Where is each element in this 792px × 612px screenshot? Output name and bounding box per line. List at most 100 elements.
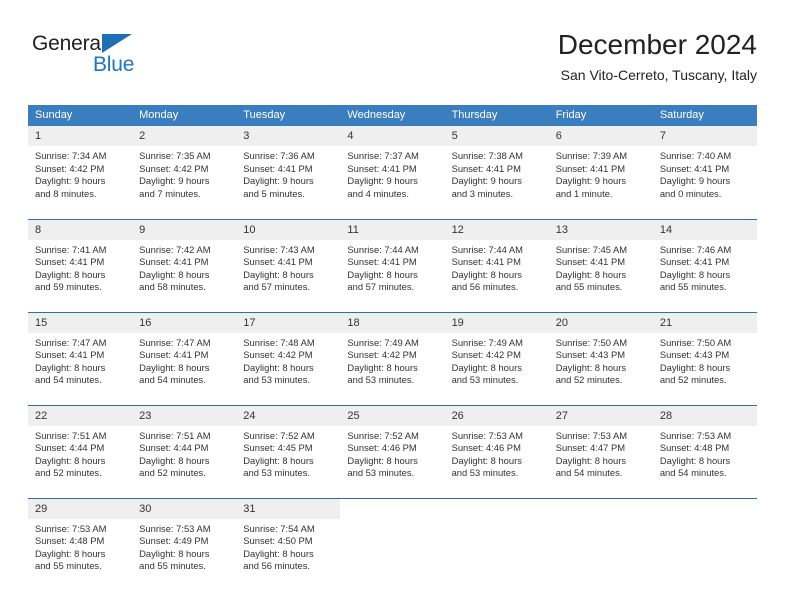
calendar-day-cell[interactable]: 9 Sunrise: 7:42 AM Sunset: 4:41 PM Daylight… [132,218,237,312]
sunrise-text: Sunrise: 7:49 AM [347,336,419,348]
daylight-text-line1: Daylight: 8 hours [35,547,106,559]
sunset-text: Sunset: 4:41 PM [35,256,105,268]
daylight-text-line1: Daylight: 8 hours [35,454,106,466]
calendar-day-cell[interactable]: 30 Sunrise: 7:53 AM Sunset: 4:49 PM Dayligh… [132,497,237,591]
sunset-text: Sunset: 4:41 PM [555,162,626,174]
calendar-day-cell[interactable]: 12 Sunrise: 7:44 AM Sunset: 4:41 PM Dayligh… [444,218,549,312]
daylight-text-line2: and 57 minutes. [243,281,310,293]
calendar-day-cell[interactable]: 6 Sunrise: 7:39 AM Sunset: 4:41 PM Daylight… [548,126,653,219]
daylight-text-line1: Daylight: 8 hours [139,268,210,280]
day-details: Sunrise: 7:44 AM Sunset: 4:41 PM Daylight:… [340,240,444,294]
calendar-day-cell[interactable]: 17 Sunrise: 7:48 AM Sunset: 4:42 PM Dayligh… [236,311,341,405]
logo-triangle-icon [102,34,132,53]
day-number: 1 [28,126,133,146]
sunset-text: Sunset: 4:47 PM [555,442,626,454]
daylight-text-line1: Daylight: 8 hours [451,454,522,466]
daylight-text-line1: Daylight: 8 hours [659,361,731,373]
day-details: Sunrise: 7:52 AM Sunset: 4:46 PM Daylight:… [340,426,444,480]
daylight-text-line2: and 54 minutes. [659,467,727,479]
daylight-text-line1: Daylight: 8 hours [347,361,418,373]
daylight-text-line2: and 52 minutes. [659,374,727,386]
sunset-text: Sunset: 4:42 PM [243,349,313,361]
sunrise-text: Sunrise: 7:47 AM [139,336,211,348]
calendar-day-cell[interactable]: 26 Sunrise: 7:53 AM Sunset: 4:46 PM Dayligh… [444,404,549,498]
calendar-day-cell[interactable]: 20 Sunrise: 7:50 AM Sunset: 4:43 PM Dayligh… [548,311,653,405]
calendar-day-cell-empty [444,497,549,591]
daylight-text-line2: and 55 minutes. [139,560,206,572]
calendar-day-cell[interactable]: 24 Sunrise: 7:52 AM Sunset: 4:45 PM Dayligh… [236,404,341,498]
calendar-day-cell[interactable]: 28 Sunrise: 7:53 AM Sunset: 4:48 PM Dayligh… [652,404,757,498]
daylight-text-line2: and 52 minutes. [35,467,102,479]
calendar-day-cell[interactable]: 1 Sunrise: 7:34 AM Sunset: 4:42 PM Daylight… [28,126,133,219]
sunrise-text: Sunrise: 7:38 AM [451,150,523,161]
page-subtitle: San Vito-Cerreto, Tuscany, Italy [560,67,757,83]
daylight-text-line2: and 53 minutes. [451,467,519,479]
calendar-day-cell[interactable]: 3 Sunrise: 7:36 AM Sunset: 4:41 PM Daylight… [236,126,341,219]
calendar-day-cell[interactable]: 21 Sunrise: 7:50 AM Sunset: 4:43 PM Dayligh… [652,311,757,405]
sunrise-text: Sunrise: 7:50 AM [659,336,732,348]
calendar-day-cell[interactable]: 18 Sunrise: 7:49 AM Sunset: 4:42 PM Dayligh… [340,311,445,405]
sunset-text: Sunset: 4:41 PM [347,162,417,174]
calendar-day-cell[interactable]: 5 Sunrise: 7:38 AM Sunset: 4:41 PM Daylight… [444,126,549,219]
general-blue-logo[interactable]: General Blue [32,32,182,82]
calendar-day-cell[interactable]: 8 Sunrise: 7:41 AM Sunset: 4:41 PM Daylight… [28,218,133,312]
sunset-text: Sunset: 4:43 PM [659,349,730,361]
daylight-text-line1: Daylight: 8 hours [451,361,522,373]
sunrise-text: Sunrise: 7:41 AM [35,243,107,255]
day-number: 28 [652,405,757,426]
calendar-day-cell[interactable]: 22 Sunrise: 7:51 AM Sunset: 4:44 PM Dayligh… [28,404,133,498]
daylight-text-line1: Daylight: 8 hours [555,268,627,280]
daylight-text-line1: Daylight: 9 hours [139,175,210,187]
day-number: 31 [236,498,341,519]
day-number: 17 [236,312,341,333]
sunrise-text: Sunrise: 7:51 AM [139,429,211,441]
daylight-text-line2: and 7 minutes. [139,187,201,199]
day-details: Sunrise: 7:39 AM Sunset: 4:41 PM Daylight:… [549,146,653,200]
calendar-day-cell[interactable]: 4 Sunrise: 7:37 AM Sunset: 4:41 PM Daylight… [340,126,445,219]
calendar-day-cell[interactable]: 10 Sunrise: 7:43 AM Sunset: 4:41 PM Dayligh… [236,218,341,312]
daylight-text-line1: Daylight: 8 hours [555,454,627,466]
sunrise-text: Sunrise: 7:37 AM [347,150,419,161]
calendar-day-cell[interactable]: 31 Sunrise: 7:54 AM Sunset: 4:50 PM Dayligh… [236,497,341,591]
day-number: 25 [340,405,445,426]
sunrise-text: Sunrise: 7:43 AM [243,243,315,255]
calendar-week-row: 1 Sunrise: 7:34 AM Sunset: 4:42 PM Daylight… [28,126,757,219]
sunset-text: Sunset: 4:49 PM [139,535,209,547]
calendar-day-cell[interactable]: 25 Sunrise: 7:52 AM Sunset: 4:46 PM Dayligh… [340,404,445,498]
day-details: Sunrise: 7:50 AM Sunset: 4:43 PM Daylight:… [549,333,653,387]
sunrise-text: Sunrise: 7:39 AM [555,150,628,161]
calendar-day-cell[interactable]: 15 Sunrise: 7:47 AM Sunset: 4:41 PM Dayligh… [28,311,133,405]
day-details: Sunrise: 7:48 AM Sunset: 4:42 PM Daylight:… [236,333,340,387]
sunrise-text: Sunrise: 7:45 AM [555,243,628,255]
calendar-day-cell[interactable]: 2 Sunrise: 7:35 AM Sunset: 4:42 PM Daylight… [132,126,237,219]
sunrise-text: Sunrise: 7:35 AM [139,150,211,161]
sunrise-text: Sunrise: 7:34 AM [35,150,107,161]
calendar-day-cell[interactable]: 19 Sunrise: 7:49 AM Sunset: 4:42 PM Dayligh… [444,311,549,405]
calendar-day-cell[interactable]: 16 Sunrise: 7:47 AM Sunset: 4:41 PM Dayligh… [132,311,237,405]
calendar-header-row: Sunday Monday Tuesday Wednesday Thursday… [28,105,757,126]
day-number: 12 [444,219,549,240]
calendar-week-row: 8 Sunrise: 7:41 AM Sunset: 4:41 PM Daylight… [28,218,757,312]
sunrise-text: Sunrise: 7:47 AM [35,336,107,348]
logo-text-blue: Blue [93,53,135,76]
day-details: Sunrise: 7:53 AM Sunset: 4:48 PM Daylight:… [28,519,132,573]
weekday-header-saturday: Saturday [652,105,757,126]
daylight-text-line2: and 53 minutes. [347,467,415,479]
calendar-day-cell[interactable]: 13 Sunrise: 7:45 AM Sunset: 4:41 PM Dayligh… [548,218,653,312]
daylight-text-line2: and 4 minutes. [347,187,409,199]
day-details: Sunrise: 7:54 AM Sunset: 4:50 PM Daylight:… [236,519,340,573]
sunset-text: Sunset: 4:42 PM [139,162,209,174]
calendar-day-cell[interactable]: 7 Sunrise: 7:40 AM Sunset: 4:41 PM Daylight… [652,126,757,219]
day-number: 21 [652,312,757,333]
daylight-text-line1: Daylight: 9 hours [555,175,627,187]
calendar-day-cell[interactable]: 23 Sunrise: 7:51 AM Sunset: 4:44 PM Dayligh… [132,404,237,498]
daylight-text-line1: Daylight: 8 hours [35,361,106,373]
day-number: 15 [28,312,133,333]
sunset-text: Sunset: 4:41 PM [347,256,417,268]
calendar-day-cell[interactable]: 27 Sunrise: 7:53 AM Sunset: 4:47 PM Dayligh… [548,404,653,498]
calendar-day-cell[interactable]: 14 Sunrise: 7:46 AM Sunset: 4:41 PM Dayligh… [652,218,757,312]
calendar-day-cell[interactable]: 29 Sunrise: 7:53 AM Sunset: 4:48 PM Dayligh… [28,497,133,591]
sunset-text: Sunset: 4:41 PM [35,349,105,361]
day-number: 6 [548,126,653,146]
calendar-day-cell[interactable]: 11 Sunrise: 7:44 AM Sunset: 4:41 PM Dayligh… [340,218,445,312]
